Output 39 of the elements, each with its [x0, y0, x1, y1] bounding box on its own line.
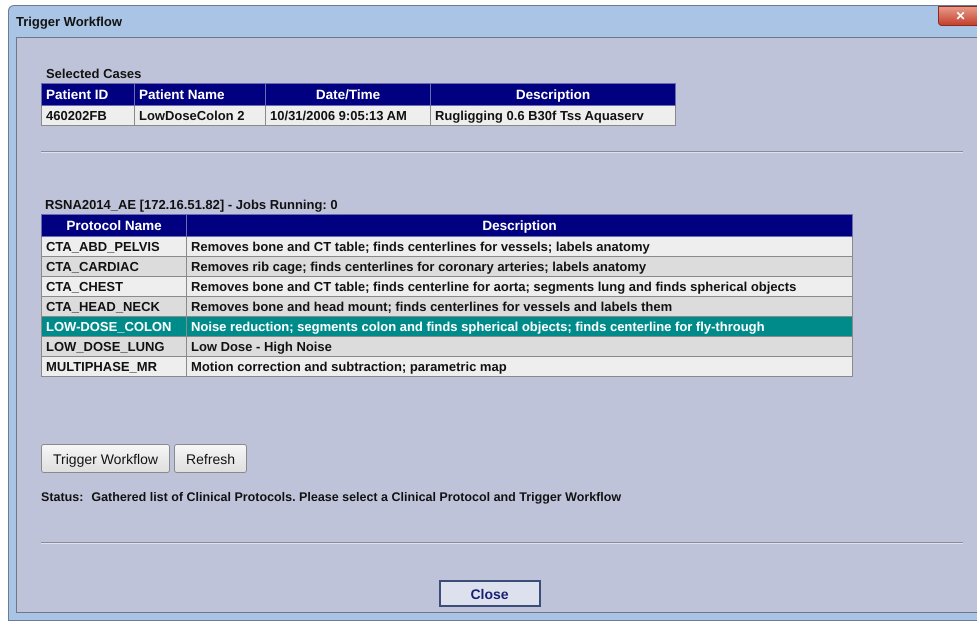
- table-cell: CTA_CARDIAC: [42, 256, 186, 276]
- table-cell: Removes rib cage; finds centerlines for coronary arteries; labels anatomy: [186, 256, 852, 276]
- table-cell: 460202FB: [42, 106, 134, 126]
- column-header: Patient ID: [42, 84, 134, 106]
- table-cell: LOW_DOSE_LUNG: [42, 336, 186, 356]
- protocol-row[interactable]: LOW_DOSE_LUNG Low Dose - High Noise: [42, 336, 852, 356]
- table-cell: Removes bone and head mount; finds centerlines for vessels and labels them: [186, 296, 852, 316]
- table-cell: Removes bone and CT table; finds centerlines for vessels; labels anatomy: [186, 236, 852, 256]
- table-cell: CTA_HEAD_NECK: [42, 296, 186, 316]
- protocol-row[interactable]: MULTIPHASE_MR Motion correction and subtraction; parametric map: [42, 356, 852, 376]
- table-cell: Rugligging 0.6 B30f Tss Aquaserv: [430, 106, 676, 126]
- table-cell: CTA_CHEST: [42, 276, 186, 296]
- table-cell: MULTIPHASE_MR: [42, 356, 186, 376]
- column-header: Date/Time: [266, 84, 430, 106]
- column-header: Description: [186, 214, 852, 236]
- section-label: Selected Cases: [46, 65, 142, 83]
- table-cell: CTA_ABD_PELVIS: [42, 236, 186, 256]
- server-status-label: RSNA2014_AE [172.16.51.82] - Jobs Running: 0: [45, 196, 339, 214]
- table-cell: LOW-DOSE_COLON: [42, 316, 186, 336]
- protocol-row[interactable]: CTA_CARDIAC Removes rib cage; finds centerlines for coronary arteries; labels anatomy: [42, 256, 852, 276]
- table-cell: LowDoseColon 2: [134, 106, 266, 126]
- protocol-row[interactable]: CTA_CHEST Removes bone and CT table; finds centerline for aorta; segments lung and finds spherical objects: [42, 276, 852, 296]
- column-header: Patient Name: [134, 84, 266, 106]
- status-label: Status:: [41, 490, 84, 504]
- close-dialog-button[interactable]: Close: [438, 580, 540, 607]
- table-cell: Noise reduction; segments colon and finds spherical objects; finds centerline for fly-through: [186, 316, 852, 336]
- column-header: Protocol Name: [42, 214, 186, 236]
- table-cell: Motion correction and subtraction; parametric map: [186, 356, 852, 376]
- protocol-row[interactable]: LOW-DOSE_COLON Noise reduction; segments colon and finds spherical objects; finds centerline for fly-through: [42, 316, 852, 336]
- table-cell: 10/31/2006 9:05:13 AM: [266, 106, 430, 126]
- table-cell: Low Dose - High Noise: [186, 336, 852, 356]
- window-title: Trigger Workflow: [16, 14, 122, 29]
- protocol-row[interactable]: CTA_HEAD_NECK Removes bone and head mount; finds centerlines for vessels and labels them: [42, 296, 852, 316]
- refresh-button[interactable]: Refresh: [174, 444, 248, 473]
- status-text: Gathered list of Clinical Protocols. Please select a Clinical Protocol and Trigger Workflow: [91, 490, 622, 504]
- table-cell: Removes bone and CT table; finds centerline for aorta; segments lung and finds spherical objects: [186, 276, 852, 296]
- protocol-row[interactable]: CTA_ABD_PELVIS Removes bone and CT table; finds centerlines for vessels; labels anatomy: [42, 236, 852, 256]
- column-header: Description: [430, 84, 676, 106]
- trigger-workflow-button[interactable]: Trigger Workflow: [41, 444, 170, 473]
